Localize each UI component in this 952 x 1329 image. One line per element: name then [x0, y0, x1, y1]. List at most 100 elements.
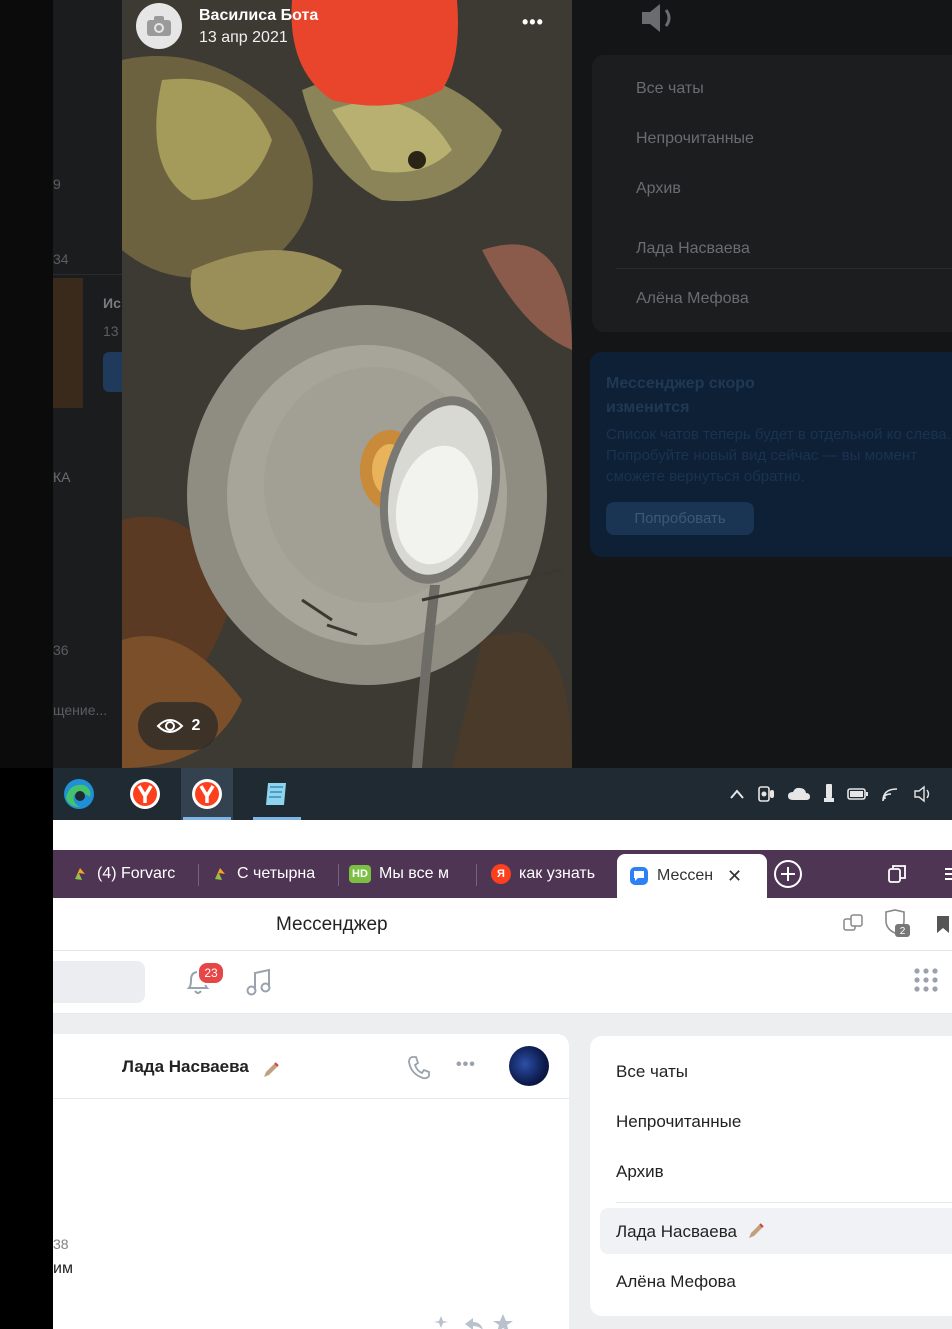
camera-mic-icon[interactable]	[757, 784, 775, 804]
tab-four[interactable]: С четырна	[205, 854, 339, 894]
story-frame[interactable]: Василиса Бота 13 апр 2021 ••• 2	[122, 0, 572, 768]
message-time: 38	[53, 1236, 69, 1252]
tab-label: Мы все м	[379, 865, 449, 882]
pinned-chat-lada[interactable]: Лада Насваева	[616, 1222, 737, 1242]
story-header: Василиса Бота 13 апр 2021 •••	[122, 0, 572, 60]
menu-icon[interactable]	[943, 866, 952, 882]
promo-text: Список чатов теперь будет в отдельной ко…	[606, 426, 951, 485]
protect-count: 2	[900, 926, 906, 937]
feed-thumbnail	[53, 278, 83, 408]
pikabu-icon	[75, 868, 85, 880]
yandex-browser-icon	[192, 779, 222, 809]
translate-icon[interactable]	[843, 914, 865, 934]
dimmed-promo-card: Мессенджер скоро изменится Список чатов …	[590, 352, 952, 557]
feed-fragment: щение...	[53, 702, 108, 718]
tab-separator	[338, 864, 339, 886]
tab-label: (4) Forvarc	[97, 865, 176, 882]
tabs-overview-icon[interactable]	[887, 864, 907, 884]
tab-yandex-search[interactable]: Я как узнать	[487, 854, 619, 894]
avatar[interactable]	[509, 1046, 549, 1086]
yandex-browser-app-active[interactable]	[181, 768, 233, 820]
windows-taskbar	[53, 768, 952, 820]
pikabu-icon	[215, 868, 225, 880]
folder-all-chats[interactable]: Все чаты	[616, 1062, 688, 1082]
promo-title: Мессенджер скоро изменится	[606, 375, 755, 416]
story-photo	[122, 0, 572, 768]
tab-separator	[198, 864, 199, 886]
phone-icon[interactable]	[407, 1054, 431, 1080]
folder-unread[interactable]: Непрочитанные	[616, 1112, 741, 1132]
feed-button-fragment	[103, 352, 122, 392]
chat-header: Лада Насваева •••	[53, 1034, 569, 1099]
divider	[616, 1202, 952, 1203]
pinned-chat-alena[interactable]: Алёна Мефова	[616, 1272, 736, 1292]
dimmed-messenger-sidebar: Все чаты Непрочитанные Архив Лада Насвае…	[572, 0, 952, 768]
dimmed-item: Лада Насваева	[636, 240, 750, 257]
notepad-app[interactable]	[251, 768, 303, 820]
dimmed-item: Все чаты	[636, 80, 704, 97]
cloud-icon[interactable]	[787, 786, 811, 802]
messenger-icon	[630, 867, 648, 885]
plus-icon	[774, 860, 802, 888]
tab-messenger[interactable]: Мессен ✕	[617, 854, 767, 898]
camera-icon[interactable]	[136, 3, 182, 49]
edge-app[interactable]	[53, 768, 105, 820]
divider	[616, 268, 952, 269]
feed-fragment: 36	[53, 642, 69, 658]
feed-fragment: Ис	[103, 295, 121, 311]
chat-title[interactable]: Лада Насваева	[122, 1057, 249, 1077]
battery-icon[interactable]	[847, 787, 869, 801]
page-title[interactable]: Мессенджер	[276, 914, 388, 936]
more-icon[interactable]: •••	[522, 12, 544, 33]
tab-separator	[476, 864, 477, 886]
search-input[interactable]	[53, 961, 145, 1003]
dimmed-item: Архив	[636, 180, 681, 197]
wifi-icon[interactable]	[881, 785, 901, 803]
notifications-badge: 23	[197, 961, 225, 985]
chat-folders-panel: Все чаты Непрочитанные Архив Лада Насвае…	[590, 1036, 952, 1316]
yandex-browser-icon	[130, 779, 160, 809]
chevron-up-icon[interactable]	[729, 788, 745, 800]
new-tab-button[interactable]	[771, 858, 805, 890]
hd-icon: HD	[349, 865, 371, 883]
feed-fragment: 34	[53, 251, 69, 267]
dimmed-chat-filter-panel: Все чаты Непрочитанные Архив Лада Насвае…	[592, 55, 952, 332]
pen-icon	[264, 1062, 279, 1077]
tab-hd[interactable]: HD Мы все м	[345, 854, 477, 894]
tab-forward[interactable]: (4) Forvarc	[65, 854, 199, 894]
volume-icon[interactable]	[913, 785, 933, 803]
usb-icon[interactable]	[823, 783, 835, 805]
dimmed-item: Алёна Мефова	[636, 290, 749, 307]
message-text: им	[53, 1260, 73, 1277]
bookmark-icon[interactable]	[935, 914, 949, 934]
system-tray	[729, 768, 933, 820]
messenger-content: Лада Насваева ••• 38 им Все чаты Непрочи…	[53, 1014, 952, 1329]
feed-fragment: 9	[53, 176, 61, 192]
apps-grid-icon[interactable]	[913, 967, 939, 993]
address-bar: Мессенджер 2	[53, 898, 952, 951]
dimmed-item: Непрочитанные	[636, 130, 754, 147]
promo-try-button: Попробовать	[606, 502, 754, 535]
eye-icon	[156, 719, 183, 733]
speaker-icon	[642, 4, 671, 32]
edge-icon	[64, 779, 94, 809]
feed-fragment: КА	[53, 469, 71, 485]
story-date: 13 апр 2021	[199, 29, 288, 46]
story-author[interactable]: Василиса Бота	[199, 7, 318, 25]
message-actions[interactable]	[431, 1310, 521, 1329]
feed-fragment: 13	[103, 323, 119, 339]
protect-icon[interactable]: 2	[881, 908, 911, 938]
close-tab-icon[interactable]: ✕	[727, 866, 742, 887]
music-icon[interactable]	[245, 967, 273, 997]
more-icon[interactable]: •••	[456, 1056, 476, 1074]
chat-panel: Лада Насваева ••• 38 им	[53, 1034, 569, 1329]
story-views-counter[interactable]: 2	[138, 702, 218, 750]
tab-label: как узнать	[519, 865, 596, 882]
story-viewer-overlay: 9 34 Ис 13 КА 36 щение... Василиса Бота …	[0, 0, 952, 768]
browser-window: (4) Forvarc С четырна HD Мы все м Я как …	[53, 820, 952, 1329]
pen-icon	[749, 1223, 764, 1238]
tab-label: Мессен	[657, 867, 714, 884]
yandex-browser-app[interactable]	[119, 768, 171, 820]
folder-archive[interactable]: Архив	[616, 1162, 664, 1182]
views-count: 2	[191, 717, 201, 734]
